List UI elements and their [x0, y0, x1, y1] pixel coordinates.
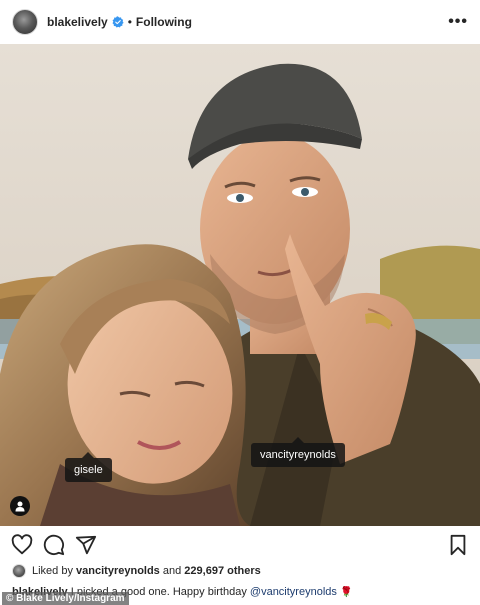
- user-tag-vancityreynolds[interactable]: vancityreynolds: [251, 437, 345, 467]
- photo-illustration: [0, 44, 480, 526]
- comment-icon[interactable]: [43, 534, 65, 556]
- following-button[interactable]: Following: [136, 15, 192, 29]
- likes-conjunction: and: [162, 565, 182, 577]
- action-bar: [0, 532, 480, 558]
- likes-prefix: Liked by: [32, 565, 73, 577]
- likes-row: Liked by vancityreynolds and 229,697 oth…: [12, 562, 261, 580]
- user-tag-gisele[interactable]: gisele: [65, 452, 112, 482]
- verified-badge-icon: [112, 16, 124, 28]
- heart-icon[interactable]: [11, 534, 33, 556]
- rose-emoji-icon: 🌹: [339, 587, 353, 598]
- liker-avatar[interactable]: [12, 564, 26, 578]
- avatar[interactable]: [12, 9, 38, 35]
- photo-credit: © Blake Lively/Instagram: [2, 592, 129, 605]
- likes-count-link[interactable]: 229,697 others: [184, 565, 260, 577]
- caption-mention-link[interactable]: @vancityreynolds: [250, 586, 337, 598]
- more-options-icon[interactable]: •••: [448, 13, 468, 31]
- separator-dot: •: [127, 15, 132, 29]
- post-header: blakelively • Following •••: [0, 0, 480, 44]
- bookmark-icon[interactable]: [447, 534, 469, 556]
- username-link[interactable]: blakelively: [47, 15, 108, 29]
- user-tag-icon[interactable]: [10, 496, 30, 516]
- share-icon[interactable]: [75, 534, 97, 556]
- liker-username-link[interactable]: vancityreynolds: [76, 565, 160, 577]
- post-photo[interactable]: gisele vancityreynolds: [0, 44, 480, 526]
